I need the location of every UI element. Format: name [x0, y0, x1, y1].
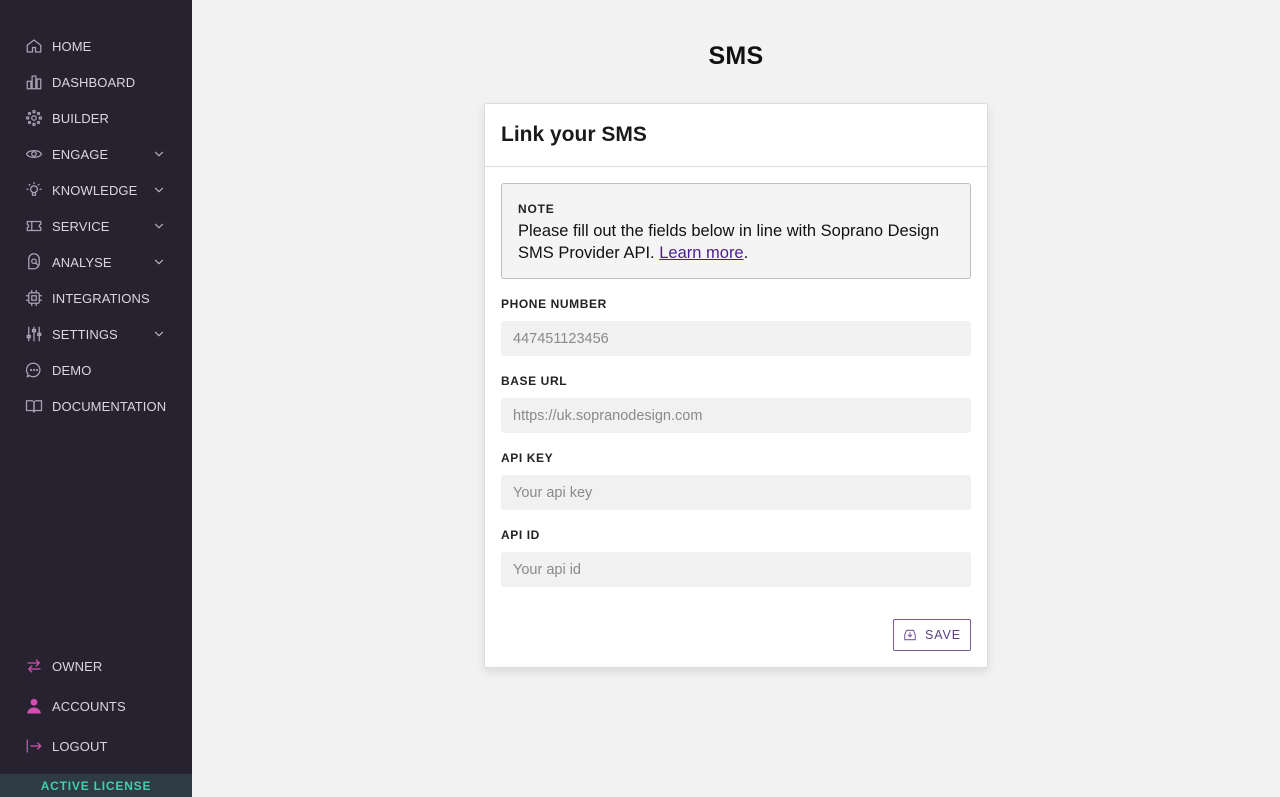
sms-link-card: Link your SMS NOTE Please fill out the f…: [484, 103, 988, 668]
sidebar-item-accounts[interactable]: ACCOUNTS: [0, 686, 192, 726]
sidebar-item-label: ANALYSE: [52, 254, 112, 270]
sidebar-item-label: SETTINGS: [52, 326, 118, 342]
card-header: Link your SMS: [485, 104, 987, 167]
chevron-down-icon[interactable]: [152, 219, 166, 233]
sidebar-item-demo[interactable]: DEMO: [0, 352, 192, 388]
sidebar-item-label: INTEGRATIONS: [52, 290, 150, 306]
sidebar-item-label: DASHBOARD: [52, 74, 136, 90]
sidebar-item-settings[interactable]: SETTINGS: [0, 316, 192, 352]
sidebar-item-label: KNOWLEDGE: [52, 182, 138, 198]
sidebar-item-service[interactable]: SERVICE: [0, 208, 192, 244]
page-title: SMS: [708, 42, 764, 70]
api-id-label: API ID: [501, 528, 540, 542]
sidebar-item-label: LOGOUT: [52, 738, 108, 754]
sidebar-item-label: HOME: [52, 38, 92, 54]
sidebar-item-label: ENGAGE: [52, 146, 109, 162]
sidebar-item-knowledge[interactable]: KNOWLEDGE: [0, 172, 192, 208]
eye-icon: [24, 144, 44, 164]
sidebar-item-builder[interactable]: BUILDER: [0, 100, 192, 136]
sidebar-nav: HOME DASHBOARD BUILDER ENGAGE KNOWLEDGE …: [0, 28, 192, 424]
person-icon: [24, 696, 44, 716]
ticket-icon: [24, 216, 44, 236]
learn-more-link[interactable]: Learn more: [659, 244, 743, 262]
sidebar-item-label: SERVICE: [52, 218, 110, 234]
chevron-down-icon[interactable]: [152, 255, 166, 269]
sidebar-bottom-nav: OWNER ACCOUNTS LOGOUT: [0, 646, 192, 766]
api-id-input[interactable]: [501, 552, 971, 587]
sidebar-item-owner[interactable]: OWNER: [0, 646, 192, 686]
book-icon: [24, 396, 44, 416]
save-button-label: SAVE: [924, 628, 962, 642]
base-url-input[interactable]: [501, 398, 971, 433]
sidebar-item-analyse[interactable]: ANALYSE: [0, 244, 192, 280]
sidebar-item-engage[interactable]: ENGAGE: [0, 136, 192, 172]
chevron-down-icon[interactable]: [152, 327, 166, 341]
sidebar: HOME DASHBOARD BUILDER ENGAGE KNOWLEDGE …: [0, 0, 192, 797]
sidebar-item-label: OWNER: [52, 658, 103, 674]
sliders-icon: [24, 324, 44, 344]
sidebar-item-home[interactable]: HOME: [0, 28, 192, 64]
chevron-down-icon[interactable]: [152, 183, 166, 197]
sidebar-item-label: ACCOUNTS: [52, 698, 126, 714]
note-label: NOTE: [518, 202, 555, 216]
note-box: NOTE Please fill out the fields below in…: [501, 183, 971, 279]
logout-icon: [24, 736, 44, 756]
sidebar-item-label: DOCUMENTATION: [52, 398, 167, 414]
save-button[interactable]: SAVE: [893, 619, 971, 651]
license-badge: ACTIVE LICENSE: [0, 774, 192, 797]
builder-icon: [24, 108, 44, 128]
card-title: Link your SMS: [501, 123, 647, 146]
chevron-down-icon[interactable]: [152, 147, 166, 161]
sidebar-item-label: DEMO: [52, 362, 92, 378]
note-text: Please fill out the fields below in line…: [518, 220, 954, 264]
lightbulb-icon: [24, 180, 44, 200]
sidebar-item-logout[interactable]: LOGOUT: [0, 726, 192, 766]
save-icon: [903, 628, 917, 642]
chat-bubble-icon: [24, 360, 44, 380]
analyse-icon: [24, 252, 44, 272]
note-suffix: .: [743, 244, 749, 262]
api-key-input[interactable]: [501, 475, 971, 510]
base-url-label: BASE URL: [501, 374, 568, 388]
bar-chart-icon: [24, 72, 44, 92]
phone-number-input[interactable]: [501, 321, 971, 356]
sidebar-item-label: BUILDER: [52, 110, 110, 126]
api-key-label: API KEY: [501, 451, 554, 465]
home-icon: [24, 36, 44, 56]
chip-icon: [24, 288, 44, 308]
sidebar-item-documentation[interactable]: DOCUMENTATION: [0, 388, 192, 424]
swap-arrows-icon: [24, 656, 44, 676]
sidebar-item-integrations[interactable]: INTEGRATIONS: [0, 280, 192, 316]
phone-number-label: PHONE NUMBER: [501, 297, 607, 311]
sidebar-item-dashboard[interactable]: DASHBOARD: [0, 64, 192, 100]
